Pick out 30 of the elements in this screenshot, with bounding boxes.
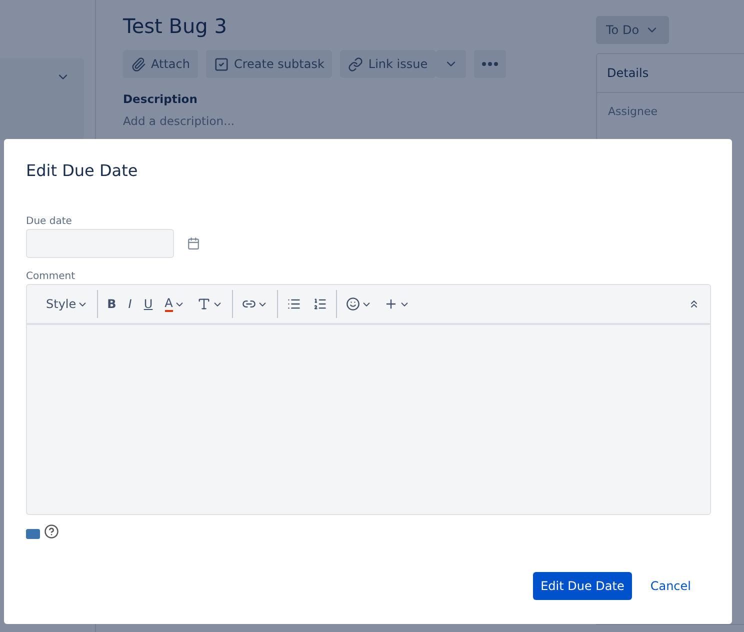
smiley-icon	[346, 297, 360, 311]
bullet-list-icon	[286, 297, 301, 311]
help-icon[interactable]	[44, 524, 59, 538]
paperclip-icon	[131, 56, 146, 72]
more-icon	[482, 62, 498, 66]
italic-button[interactable]: I	[123, 292, 137, 316]
underline-button[interactable]: U	[138, 292, 158, 316]
cancel-button[interactable]: Cancel	[642, 572, 699, 600]
collapse-icon[interactable]	[688, 298, 700, 310]
submit-button[interactable]: Edit Due Date	[532, 572, 632, 600]
style-dropdown[interactable]: Style	[41, 292, 94, 316]
comment-label: Comment	[26, 271, 76, 282]
details-title: Details	[597, 54, 744, 93]
due-date-label: Due date	[26, 216, 73, 227]
more-button[interactable]	[474, 50, 506, 78]
calendar-icon[interactable]	[187, 237, 200, 250]
due-date-field[interactable]	[26, 229, 174, 258]
text-mode-icon[interactable]	[26, 529, 40, 539]
comment-editor[interactable]: Style B I U A	[26, 284, 711, 515]
plus-icon	[384, 297, 398, 311]
issue-title: Test Bug 3	[123, 13, 228, 40]
numbered-list-icon	[312, 297, 327, 311]
text-color-button[interactable]: A	[160, 292, 190, 316]
bold-button[interactable]: B	[102, 292, 122, 316]
text-size-icon	[196, 297, 211, 311]
field-label: Assignee	[607, 104, 659, 118]
description-label: Description	[123, 92, 198, 106]
checkbox-icon	[214, 56, 229, 72]
link-icon	[348, 56, 364, 72]
dialog-title: Edit Due Date	[26, 161, 139, 180]
